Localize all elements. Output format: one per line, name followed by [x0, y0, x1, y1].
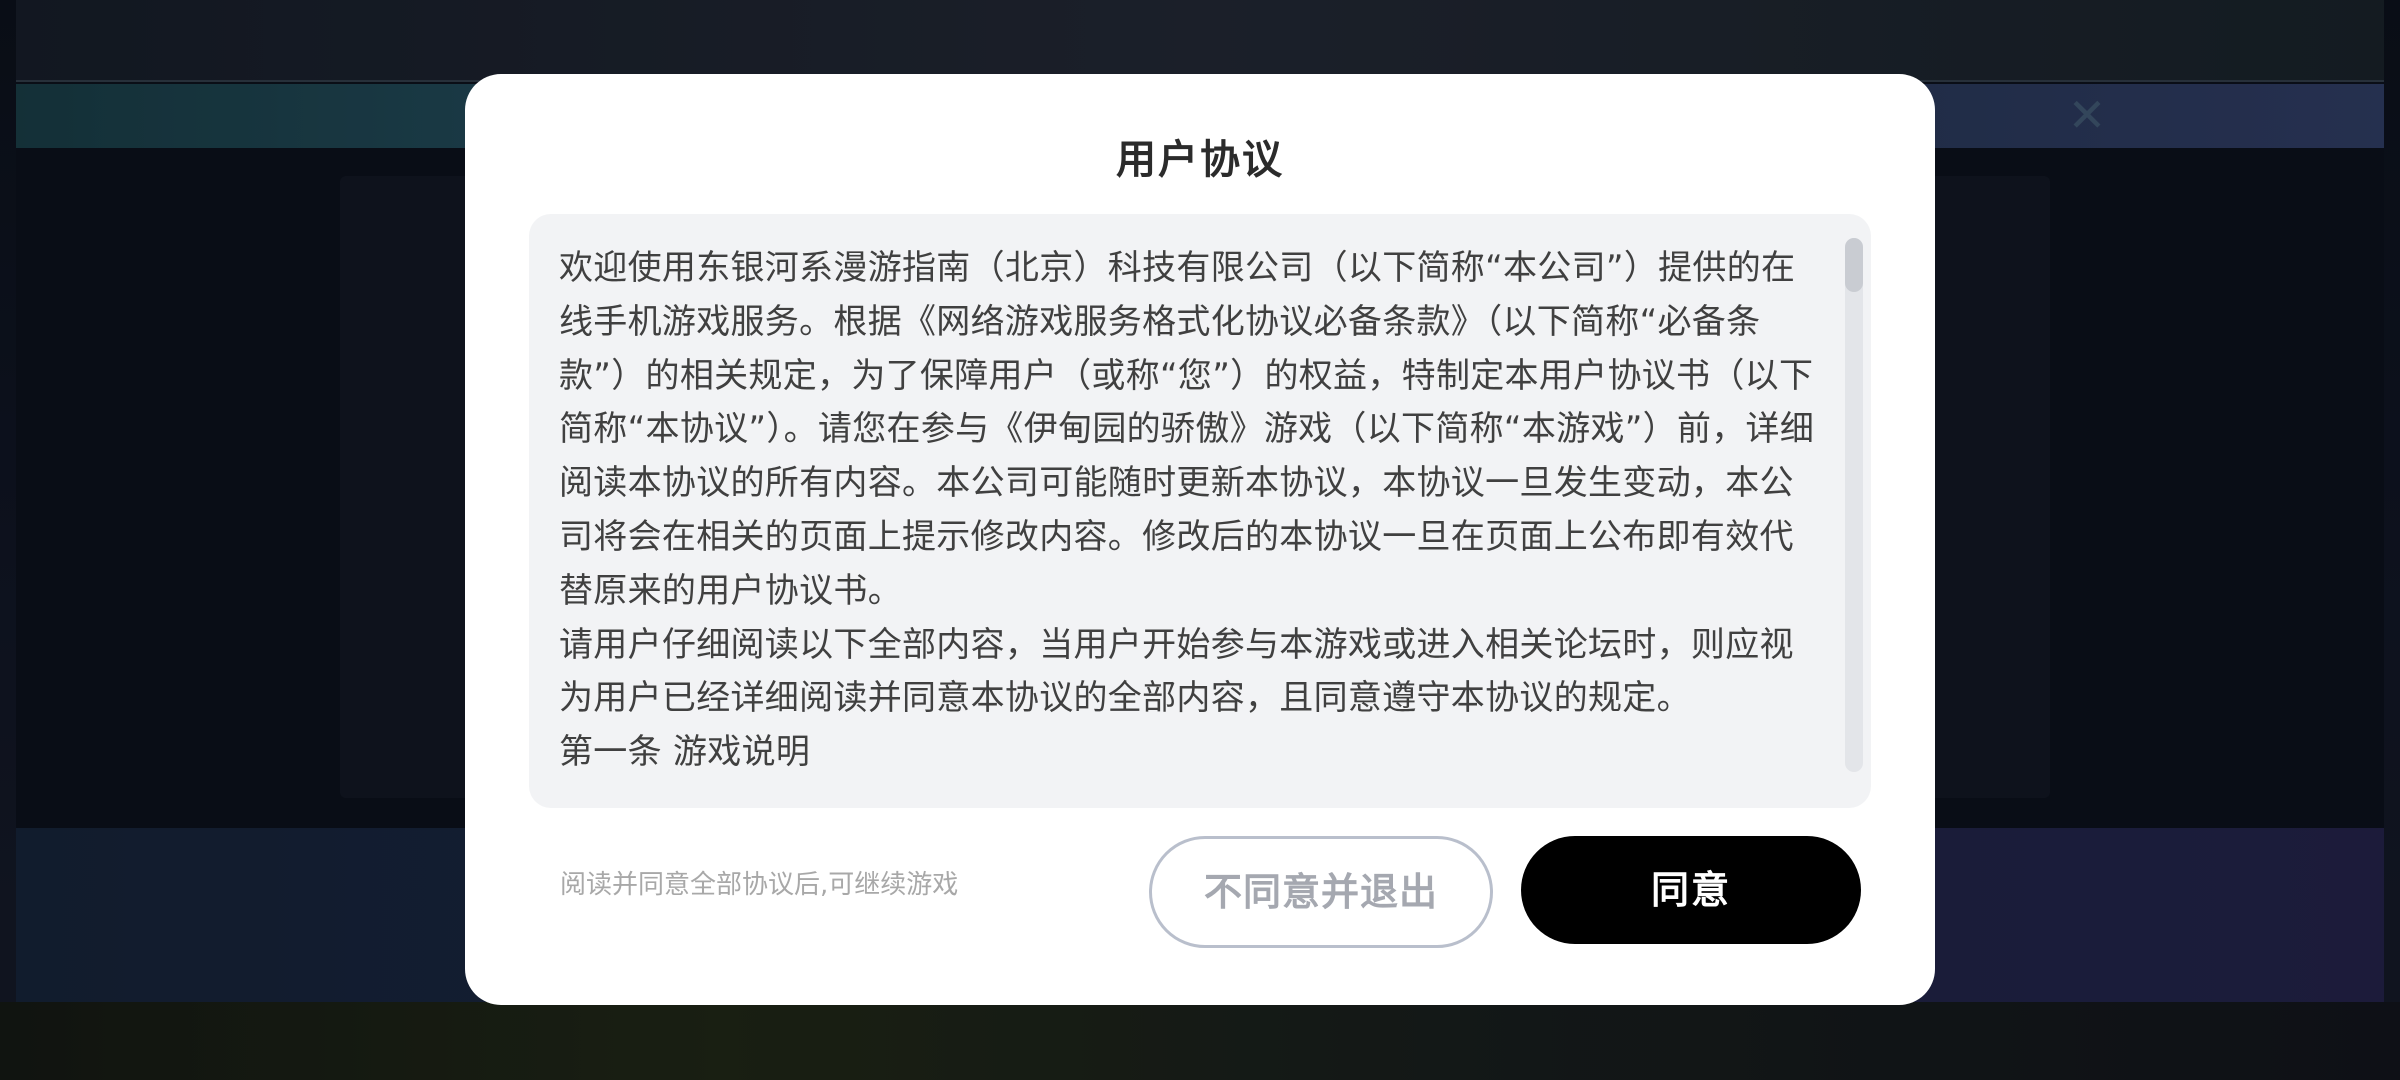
scrollbar-thumb[interactable]: [1845, 238, 1863, 292]
agreement-paragraph: 请用户仔细阅读以下全部内容，当用户开始参与本游戏或进入相关论坛时，则应视为用户已…: [559, 624, 1794, 719]
agreement-paragraph: 第一条 游戏说明: [559, 732, 811, 773]
dialog-title: 用户协议: [1116, 137, 1284, 183]
agreement-paragraph: 欢迎使用东银河系漫游指南（北京）科技有限公司（以下简称“本公司”）提供的在线手机…: [559, 248, 1815, 611]
agreement-text: 欢迎使用东银河系漫游指南（北京）科技有限公司（以下简称“本公司”）提供的在线手机…: [559, 242, 1821, 780]
scrollbar-track[interactable]: [1845, 238, 1863, 772]
agreement-hint: 阅读并同意全部协议后,可继续游戏: [560, 870, 959, 900]
agree-button[interactable]: 同意: [1521, 836, 1861, 944]
decline-and-exit-button[interactable]: 不同意并退出: [1149, 836, 1493, 948]
user-agreement-dialog: 用户协议 欢迎使用东银河系漫游指南（北京）科技有限公司（以下简称“本公司”）提供…: [465, 74, 1935, 1005]
agreement-text-box[interactable]: 欢迎使用东银河系漫游指南（北京）科技有限公司（以下简称“本公司”）提供的在线手机…: [529, 214, 1871, 808]
